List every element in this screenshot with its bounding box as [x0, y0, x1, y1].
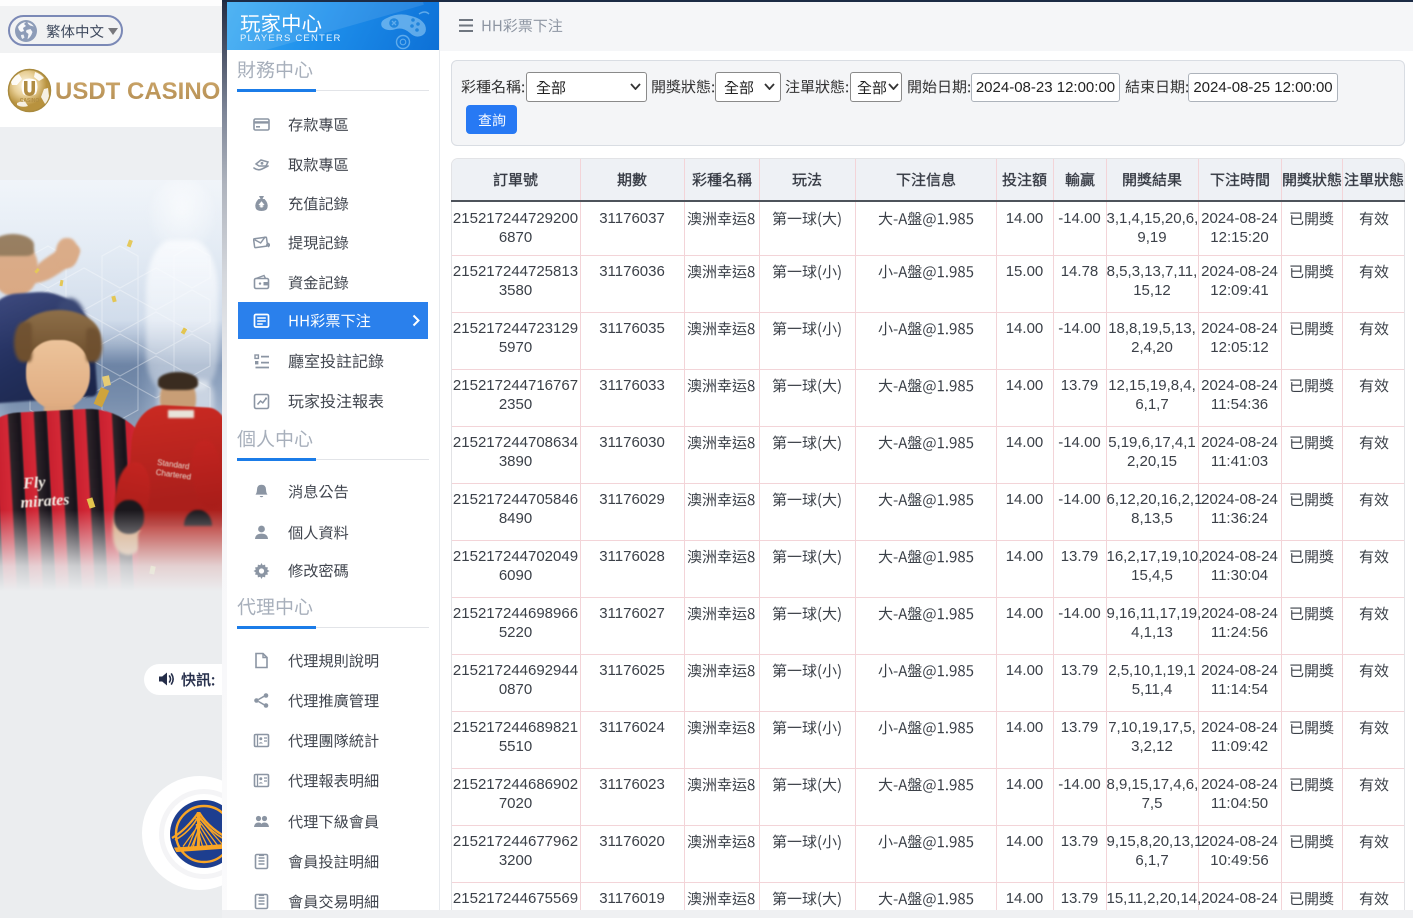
svg-text:CASINO: CASINO — [20, 98, 40, 104]
